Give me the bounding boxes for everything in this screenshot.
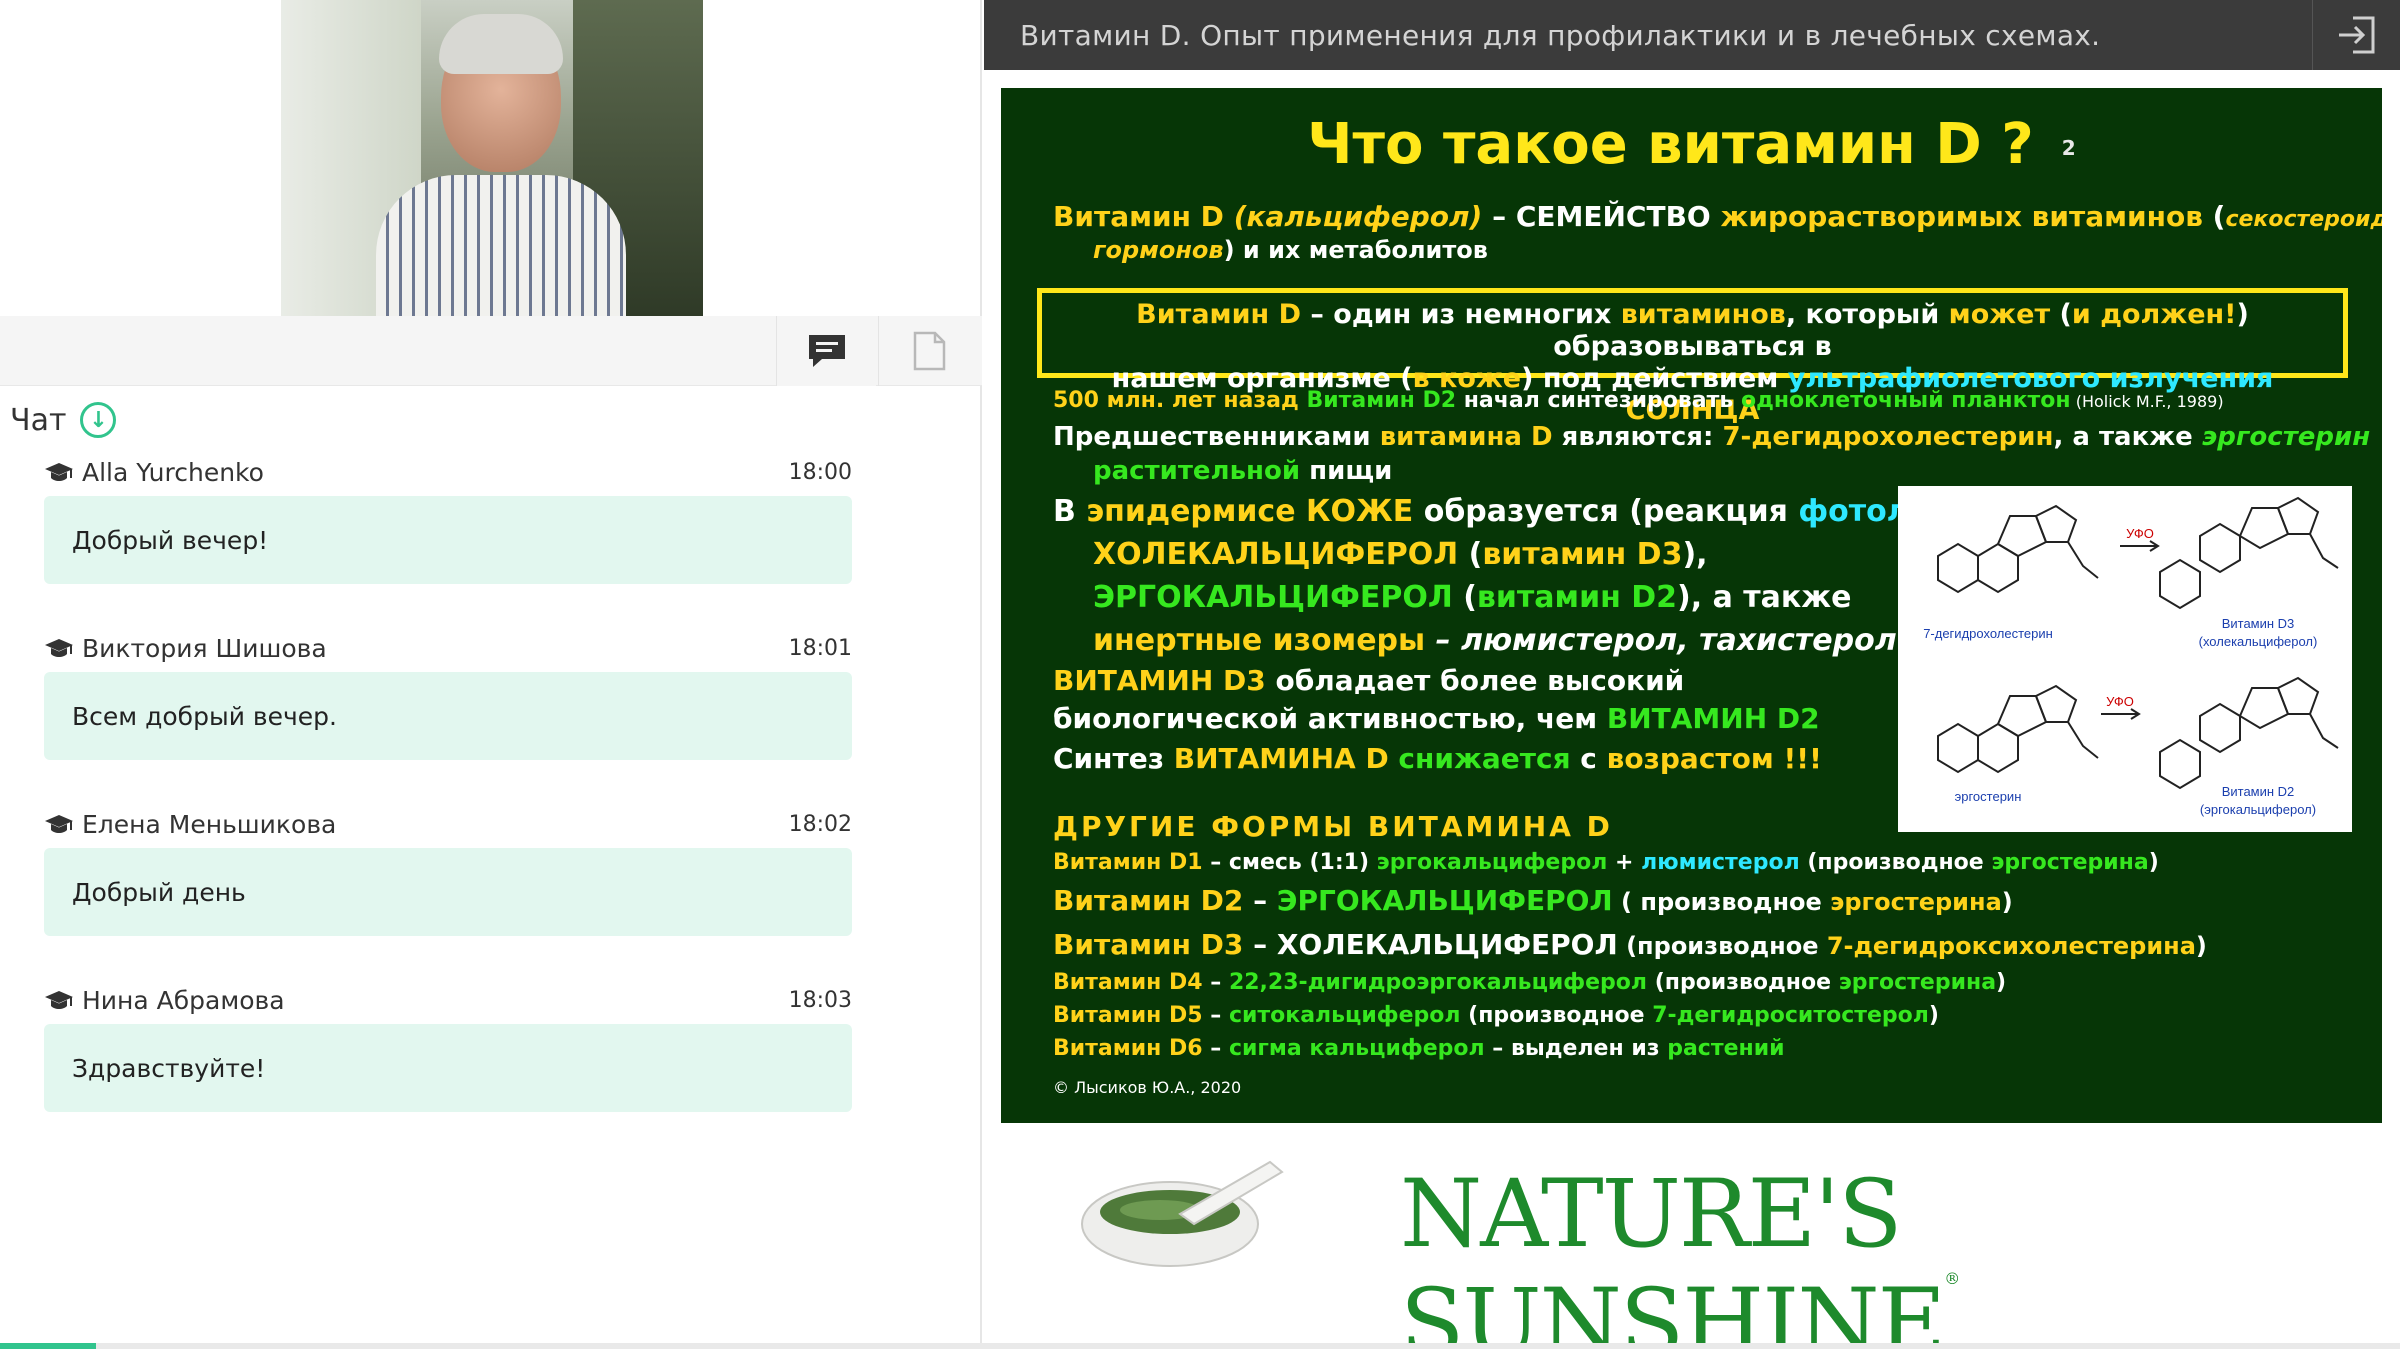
brand-name: NATURE'S SUNSHINE® bbox=[1400, 1160, 1960, 1349]
presentation-slide: Что такое витамин D ? 2 Витамин D (кальци… bbox=[1001, 88, 2382, 1123]
message-bubble: Добрый вечер! bbox=[44, 496, 852, 584]
graduation-cap-icon bbox=[45, 639, 73, 657]
progress-bar bbox=[0, 1343, 2400, 1349]
message-time: 18:01 bbox=[788, 635, 852, 661]
left-panel: Чат ↓ Alla Yurchenko 18:00 Добрый вечер! … bbox=[0, 0, 982, 1349]
document-icon bbox=[913, 331, 945, 371]
presentation-header: Витамин D. Опыт применения для профилакт… bbox=[984, 0, 2400, 70]
message-time: 18:02 bbox=[788, 811, 852, 837]
presentation-title: Витамин D. Опыт применения для профилакт… bbox=[1020, 18, 2101, 52]
slide-title: Что такое витамин D ? 2 bbox=[1307, 112, 2076, 177]
exit-button[interactable] bbox=[2312, 0, 2400, 70]
message-author: Alla Yurchenko bbox=[82, 457, 264, 487]
graduation-cap-icon bbox=[45, 815, 73, 833]
message-time: 18:03 bbox=[788, 987, 852, 1013]
highlight-box: Витамин D – один из немногих витаминов, … bbox=[1037, 288, 2348, 426]
chat-heading: Чат ↓ bbox=[10, 402, 117, 438]
other-forms-heading: ДРУГИЕ ФОРМЫ ВИТАМИНА D bbox=[1053, 810, 1613, 843]
progress-fill bbox=[0, 1343, 96, 1349]
chat-message: Елена Меньшикова 18:02 Добрый день bbox=[44, 804, 852, 936]
scroll-down-icon[interactable]: ↓ bbox=[80, 402, 117, 438]
graduation-cap-icon bbox=[45, 991, 73, 1009]
mortar-pestle-icon bbox=[1081, 1160, 1284, 1267]
message-bubble: Всем добрый вечер. bbox=[44, 672, 852, 760]
app-root: Чат ↓ Alla Yurchenko 18:00 Добрый вечер! … bbox=[0, 0, 2400, 1349]
exit-icon bbox=[2338, 16, 2374, 54]
panel-tabbar bbox=[0, 316, 982, 386]
slide-copyright: © Лысиков Ю.А., 2020 bbox=[1053, 1078, 1242, 1097]
graduation-cap-icon bbox=[45, 463, 73, 481]
message-author: Елена Меньшикова bbox=[82, 809, 337, 839]
chat-bubble-icon bbox=[808, 335, 845, 367]
message-time: 18:00 bbox=[788, 459, 852, 485]
brand-logo: NATURE'S SUNSHINE® bbox=[1070, 1140, 2290, 1349]
slide-page-number: 2 bbox=[2061, 135, 2076, 160]
chat-title: Чат bbox=[10, 402, 67, 438]
message-author: Виктория Шишова bbox=[82, 633, 327, 663]
message-bubble: Добрый день bbox=[44, 848, 852, 936]
chat-message: Виктория Шишова 18:01 Всем добрый вечер. bbox=[44, 628, 852, 760]
chat-message: Alla Yurchenko 18:00 Добрый вечер! bbox=[44, 452, 852, 584]
webcam-video bbox=[281, 0, 703, 316]
message-author: Нина Абрамова bbox=[82, 985, 285, 1015]
message-bubble: Здравствуйте! bbox=[44, 1024, 852, 1112]
tab-chat[interactable] bbox=[776, 316, 876, 386]
chemical-structures-diagram: 7-дегидрохолестерин Витамин D3 (холекаль… bbox=[1898, 486, 2352, 832]
chat-message: Нина Абрамова 18:03 Здравствуйте! bbox=[44, 980, 852, 1112]
tab-files[interactable] bbox=[878, 316, 978, 386]
